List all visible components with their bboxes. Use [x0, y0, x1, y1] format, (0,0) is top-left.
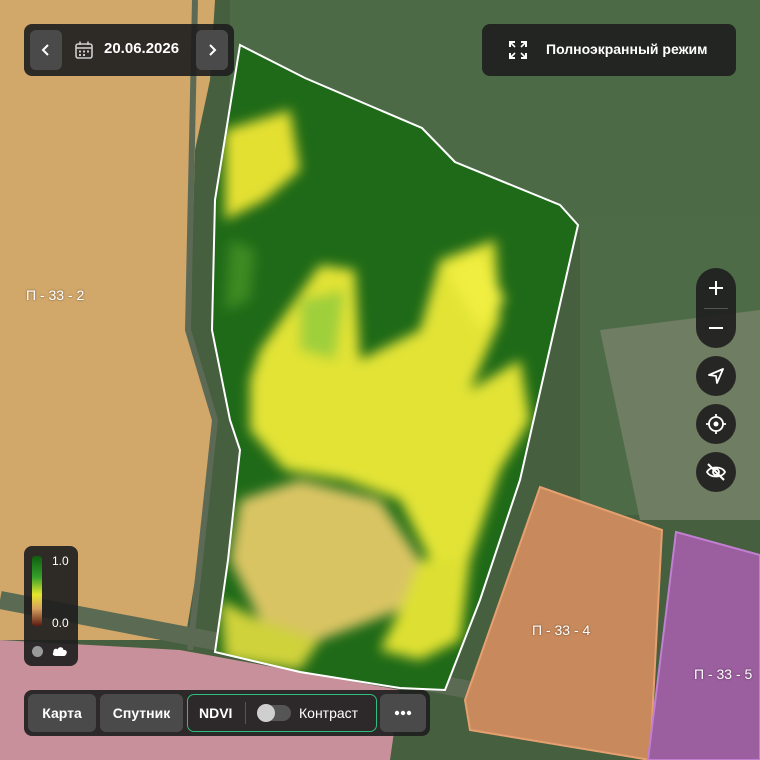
no-data-swatch-icon: [32, 646, 43, 657]
satellite-layer-tab[interactable]: Спутник: [100, 694, 183, 732]
more-icon: [394, 710, 412, 716]
ndvi-gradient-bar: [32, 556, 42, 626]
ndvi-legend: 1.0 0.0: [24, 546, 78, 666]
zoom-in-button[interactable]: [696, 268, 736, 308]
locate-button[interactable]: [696, 404, 736, 444]
chevron-right-icon: [209, 44, 217, 56]
ndvi-divider: [245, 702, 246, 724]
chevron-left-icon: [41, 44, 49, 56]
next-date-button[interactable]: [196, 30, 228, 70]
eye-off-icon: [705, 463, 727, 481]
zoom-out-button[interactable]: [696, 308, 736, 348]
navigation-arrow-icon: [708, 368, 724, 384]
contrast-label: Контраст: [299, 705, 359, 721]
legend-max-label: 1.0: [52, 554, 69, 568]
navigate-button[interactable]: [696, 356, 736, 396]
field-label-p33-4: П - 33 - 4: [532, 622, 591, 638]
hide-layer-button[interactable]: [696, 452, 736, 492]
field-label-p33-2: П - 33 - 2: [26, 287, 85, 303]
contrast-toggle[interactable]: [257, 704, 291, 722]
fullscreen-icon: [509, 41, 527, 59]
ndvi-layer-group: NDVI Контраст: [187, 694, 377, 732]
minus-icon: [709, 327, 723, 329]
fullscreen-label: Полноэкранный режим: [546, 41, 708, 57]
field-label-p33-5: П - 33 - 5: [694, 666, 753, 682]
previous-date-button[interactable]: [30, 30, 62, 70]
more-options-button[interactable]: [380, 694, 426, 732]
current-date[interactable]: 20.06.2026: [104, 40, 179, 57]
contrast-toggle-knob: [257, 704, 275, 722]
legend-min-label: 0.0: [52, 616, 69, 630]
calendar-icon: [75, 41, 93, 59]
cloud-icon: [52, 647, 67, 656]
date-navigator: 20.06.2026: [24, 24, 234, 76]
zoom-control: [696, 268, 736, 348]
target-icon: [706, 414, 726, 434]
satellite-map[interactable]: [0, 0, 760, 760]
map-layer-tab[interactable]: Карта: [28, 694, 96, 732]
fullscreen-button[interactable]: Полноэкранный режим: [482, 24, 736, 76]
ndvi-layer-tab[interactable]: NDVI: [199, 705, 232, 721]
plus-icon: [709, 281, 723, 295]
layer-switcher: Карта Спутник NDVI Контраст: [24, 690, 430, 736]
